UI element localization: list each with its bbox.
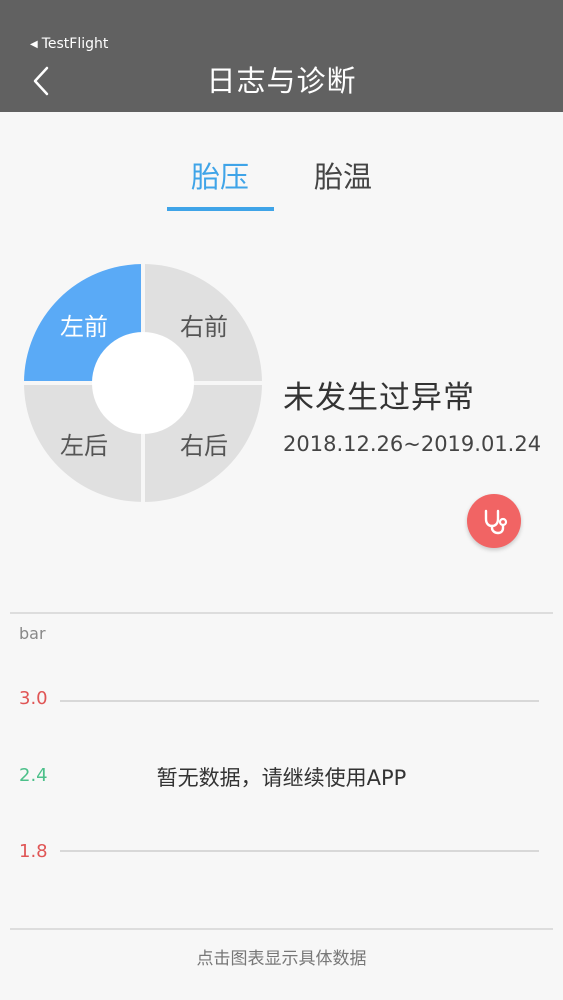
tab-bar: 胎压 胎温 bbox=[0, 112, 563, 222]
chart-bottom-border bbox=[10, 928, 553, 930]
wheel-center bbox=[92, 332, 194, 434]
quadrant-label-rear-left: 左后 bbox=[60, 432, 108, 460]
tire-position-wheel: 左前 右前 左后 右后 bbox=[22, 262, 264, 504]
y-axis-unit: bar bbox=[19, 624, 46, 643]
chart-hint: 点击图表显示具体数据 bbox=[196, 949, 367, 969]
quadrant-label-front-right: 右前 bbox=[180, 313, 228, 341]
chart-top-border bbox=[10, 612, 553, 614]
gridline-upper bbox=[60, 700, 539, 702]
tab-pressure[interactable]: 胎压 bbox=[160, 154, 280, 196]
quadrant-label-front-left: 左前 bbox=[60, 313, 108, 341]
date-range: 2018.12.26~2019.01.24 bbox=[283, 432, 542, 456]
gridline-lower bbox=[60, 850, 539, 852]
y-tick-lower: 1.8 bbox=[19, 841, 48, 862]
page-title: 日志与诊断 bbox=[206, 64, 357, 98]
diagnose-button[interactable] bbox=[467, 494, 521, 548]
back-app-label: TestFlight bbox=[41, 36, 109, 52]
pressure-chart[interactable]: bar 3.0 2.4 1.8 暂无数据，请继续使用APP bbox=[0, 612, 563, 932]
back-triangle-icon: ◀ bbox=[30, 38, 38, 50]
stethoscope-icon bbox=[484, 509, 508, 535]
navigation-bar: ◀ TestFlight 日志与诊断 bbox=[0, 0, 563, 112]
y-tick-upper: 3.0 bbox=[19, 688, 48, 709]
tab-temperature[interactable]: 胎温 bbox=[283, 154, 403, 196]
quadrant-label-rear-right: 右后 bbox=[180, 432, 228, 460]
active-tab-indicator bbox=[167, 207, 274, 211]
back-to-app-link[interactable]: ◀ TestFlight bbox=[30, 36, 108, 52]
status-title: 未发生过异常 bbox=[283, 380, 475, 416]
empty-data-message: 暂无数据，请继续使用APP bbox=[156, 766, 407, 790]
